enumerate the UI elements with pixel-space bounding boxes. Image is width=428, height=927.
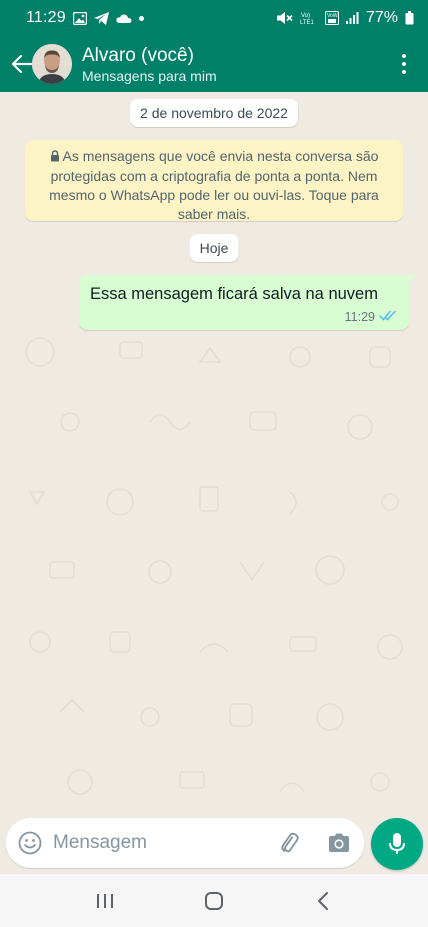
battery-icon (405, 11, 414, 25)
today-chip: Hoje (189, 234, 239, 262)
status-left: 11:29 (26, 9, 144, 27)
battery-percent: 77% (365, 9, 398, 26)
mute-icon (276, 11, 293, 25)
chat-area[interactable]: 2 de novembro de 2022 As mensagens que v… (0, 92, 428, 818)
message-time: 11:29 (344, 310, 375, 324)
back-icon[interactable] (303, 881, 343, 921)
status-right: Vo) LTE1 VoW 77% (276, 9, 414, 27)
encryption-text: As mensagens que você envia nesta conver… (49, 148, 379, 222)
signal-icon (345, 12, 359, 24)
attach-icon[interactable] (276, 830, 302, 856)
menu-dot (402, 62, 406, 66)
message-meta: 11:29 (345, 310, 397, 324)
wifi-calling-icon: VoW (324, 11, 339, 25)
input-pill (6, 818, 364, 868)
chat-subtitle: Mensagens para mim (82, 67, 217, 84)
notification-dot-icon (138, 15, 144, 21)
home-icon[interactable] (194, 881, 234, 921)
emoji-icon[interactable] (17, 830, 43, 856)
chat-app-bar: Alvaro (você) Mensagens para mim (0, 36, 428, 92)
menu-dot (402, 54, 406, 58)
message-composer (0, 818, 428, 874)
avatar[interactable] (32, 44, 72, 84)
chat-title-block[interactable]: Alvaro (você) Mensagens para mim (82, 44, 217, 85)
cloud-icon (116, 13, 132, 24)
volte-icon: Vo) LTE1 (300, 11, 318, 25)
menu-dot (402, 70, 406, 74)
svg-text:Vo): Vo) (301, 13, 310, 19)
more-vert-icon[interactable] (394, 50, 414, 78)
mic-button[interactable] (371, 818, 423, 870)
message-text: Essa mensagem ficará salva na nuvem (90, 285, 378, 303)
back-arrow-icon (12, 55, 32, 73)
date-chip: 2 de novembro de 2022 (130, 99, 298, 127)
svg-text:VoW: VoW (327, 13, 338, 19)
svg-text:LTE1: LTE1 (300, 20, 315, 25)
image-icon (72, 11, 87, 25)
status-time: 11:29 (26, 9, 66, 26)
system-nav-bar (0, 874, 428, 927)
recent-apps-icon[interactable] (85, 881, 125, 921)
chat-title: Alvaro (você) (82, 44, 194, 66)
top-bar: 11:29 Vo) LTE1 VoW 77% Alvaro (você) Men… (0, 0, 428, 92)
outgoing-message[interactable]: Essa mensagem ficará salva na nuvem 11:2… (79, 275, 416, 330)
status-bar: 11:29 Vo) LTE1 VoW 77% (0, 0, 428, 36)
mic-icon (389, 833, 405, 854)
telegram-icon (93, 11, 109, 25)
read-ticks-icon (379, 310, 397, 324)
lock-icon (50, 148, 60, 167)
message-input[interactable] (53, 823, 263, 863)
camera-icon[interactable] (326, 830, 352, 856)
encryption-notice[interactable]: As mensagens que você envia nesta conver… (25, 140, 403, 222)
